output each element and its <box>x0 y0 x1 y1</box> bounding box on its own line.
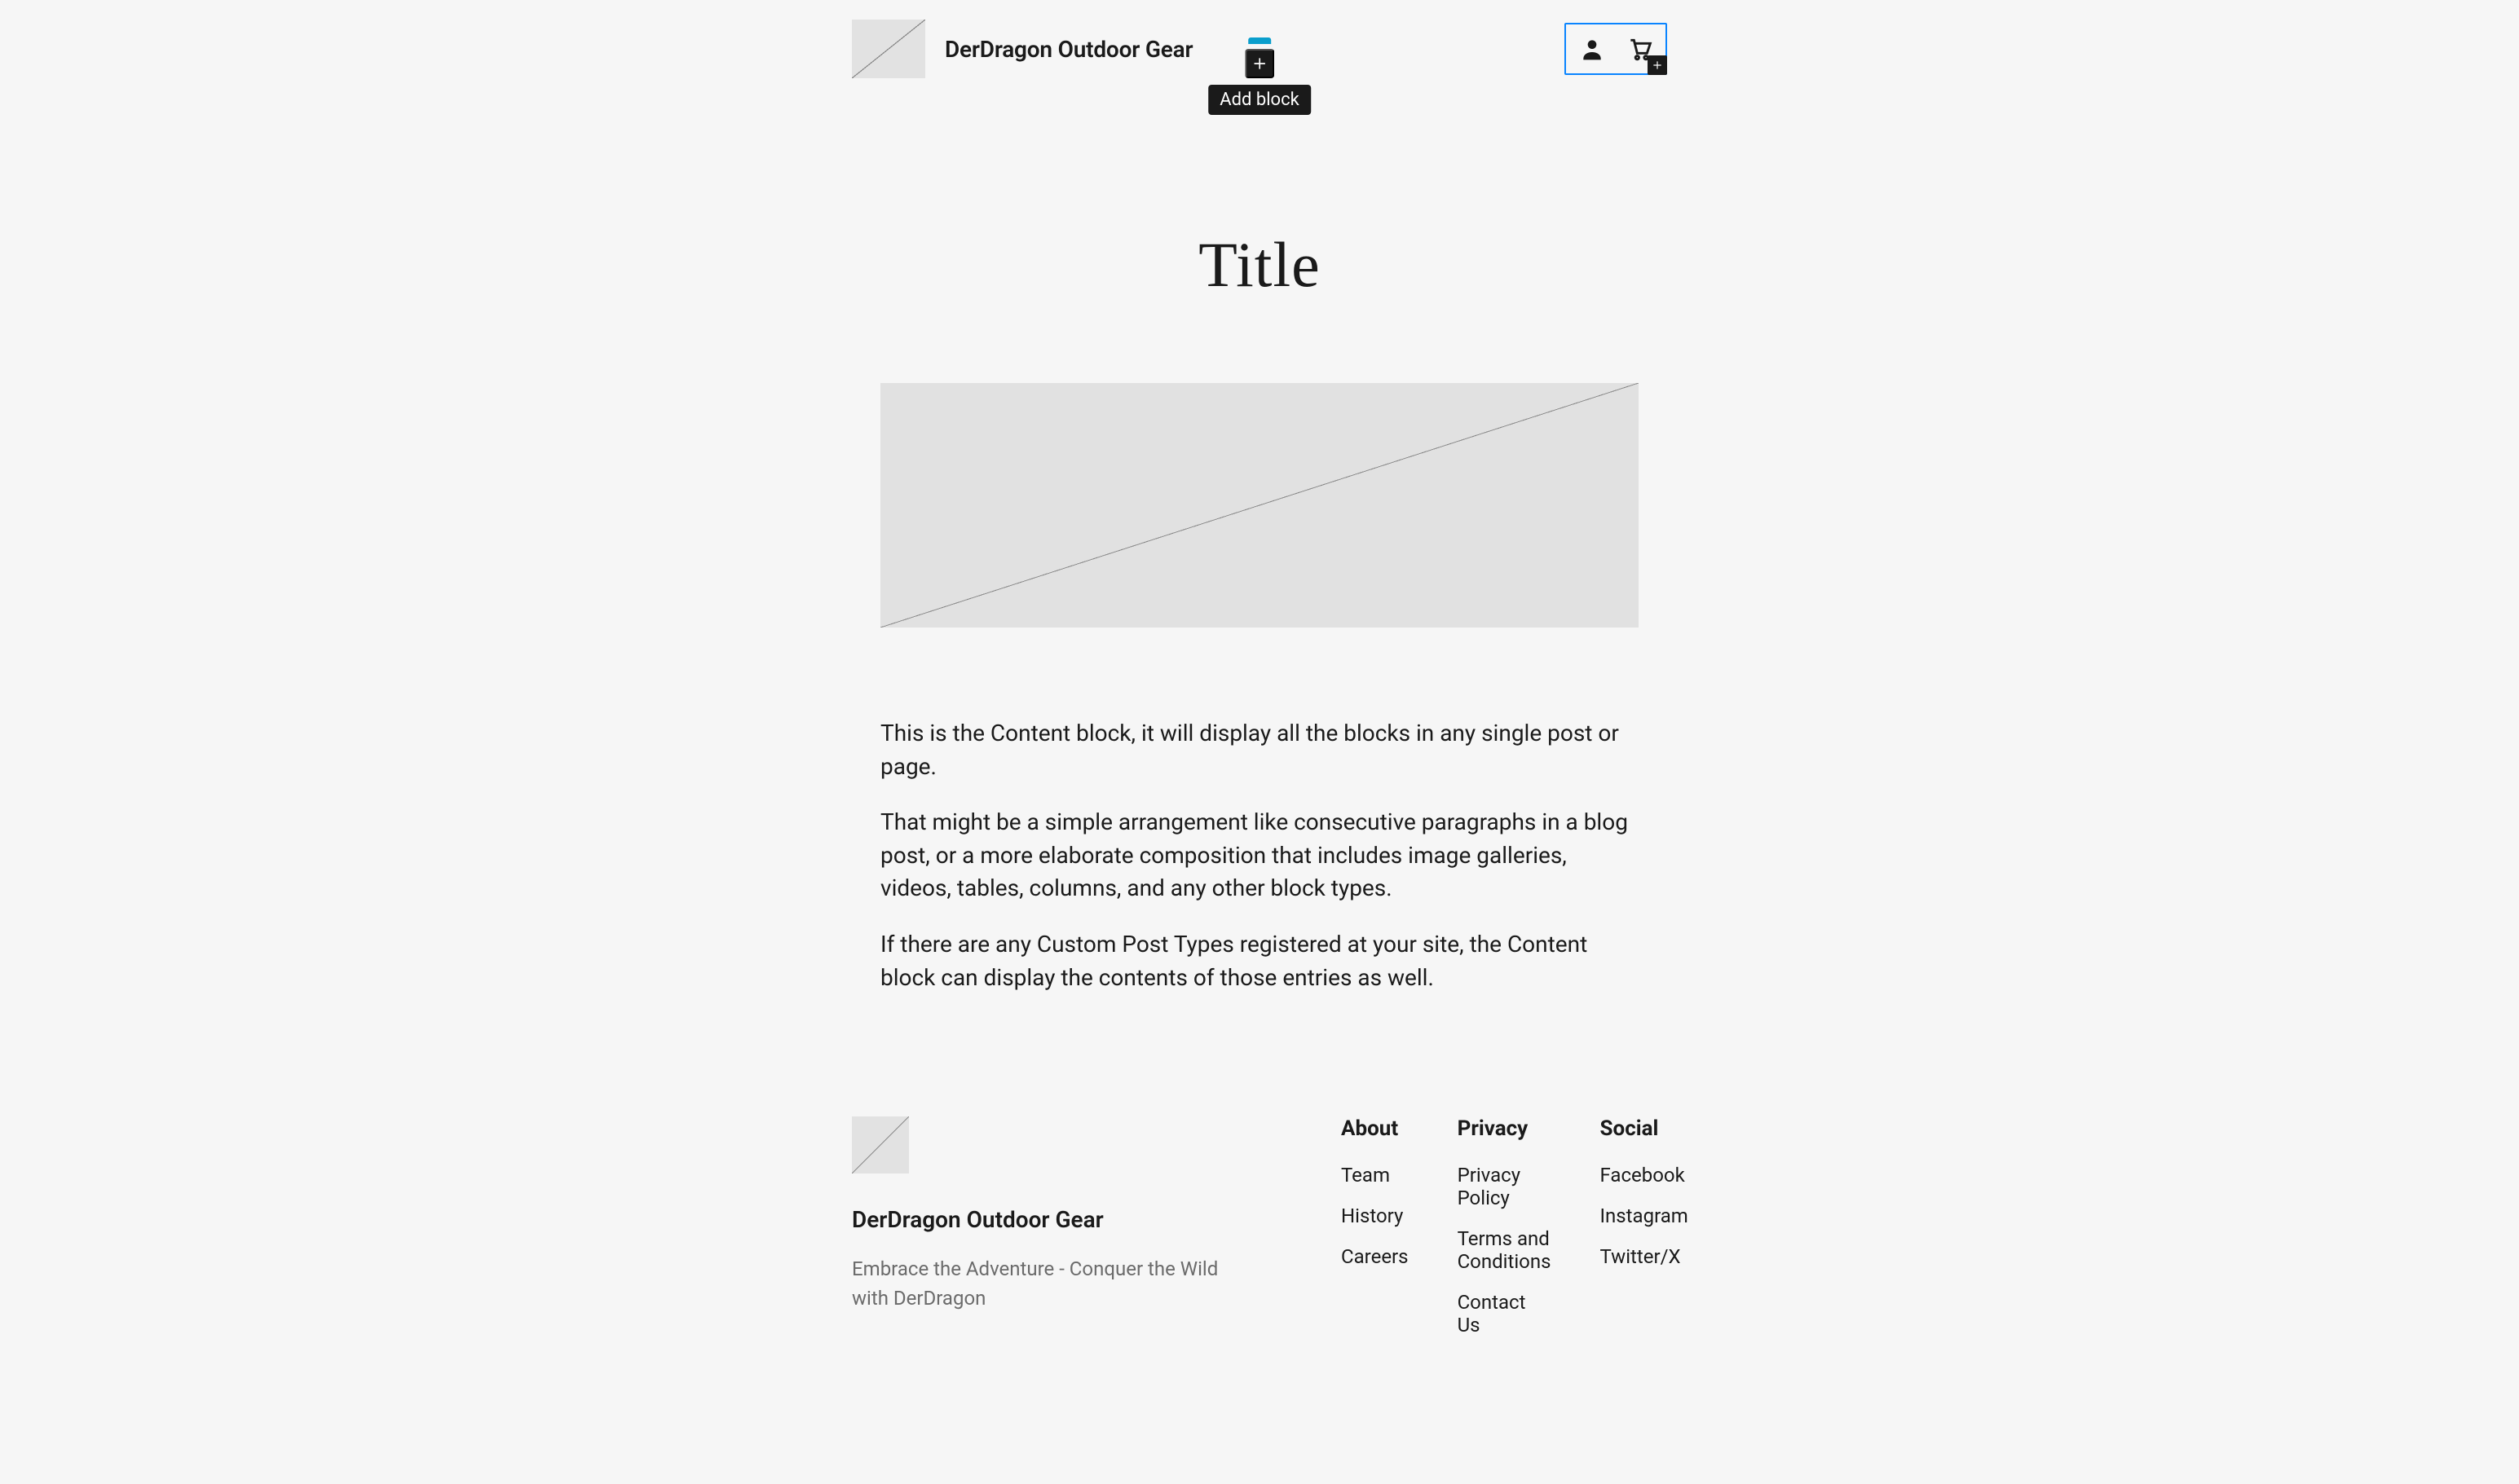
site-footer: DerDragon Outdoor Gear Embrace the Adven… <box>477 1116 2042 1354</box>
footer-col-social: Social Facebook Instagram Twitter/X <box>1600 1116 1688 1354</box>
footer-logo-placeholder[interactable] <box>852 1116 909 1174</box>
brand: DerDragon Outdoor Gear <box>852 20 1193 78</box>
add-block-tooltip: Add block <box>1208 85 1311 115</box>
append-block-button[interactable] <box>1648 55 1667 75</box>
footer-link[interactable]: Instagram <box>1600 1204 1688 1227</box>
content-paragraph[interactable]: If there are any Custom Post Types regis… <box>880 928 1639 994</box>
footer-heading: Privacy <box>1458 1116 1551 1141</box>
plus-icon <box>1652 59 1663 71</box>
featured-image-placeholder[interactable] <box>880 383 1639 628</box>
content-paragraph[interactable]: This is the Content block, it will displ… <box>880 717 1639 783</box>
site-header: DerDragon Outdoor Gear Add block <box>477 0 2042 98</box>
footer-link[interactable]: Twitter/X <box>1600 1245 1688 1268</box>
user-icon <box>1579 36 1605 62</box>
footer-tagline: Embrace the Adventure - Conquer the Wild… <box>852 1254 1243 1313</box>
account-button[interactable] <box>1573 29 1612 68</box>
footer-col-about: About Team History Careers <box>1341 1116 1409 1354</box>
footer-col-privacy: Privacy Privacy Policy Terms and Conditi… <box>1458 1116 1551 1354</box>
footer-link[interactable]: Terms and Conditions <box>1458 1227 1551 1273</box>
page-title[interactable]: Title <box>880 228 1639 302</box>
footer-heading: Social <box>1600 1116 1688 1141</box>
add-block-popover: Add block <box>1208 37 1311 115</box>
footer-link[interactable]: Facebook <box>1600 1164 1688 1187</box>
footer-columns: About Team History Careers Privacy Priva… <box>1341 1116 1688 1354</box>
footer-link[interactable]: Contact Us <box>1458 1291 1551 1336</box>
header-actions-group[interactable] <box>1564 23 1667 75</box>
site-title[interactable]: DerDragon Outdoor Gear <box>945 36 1193 63</box>
add-block-button[interactable] <box>1245 49 1274 78</box>
footer-link[interactable]: Team <box>1341 1164 1409 1187</box>
content-paragraph[interactable]: That might be a simple arrangement like … <box>880 806 1639 905</box>
footer-link[interactable]: History <box>1341 1204 1409 1227</box>
page-main: Title This is the Content block, it will… <box>880 228 1639 994</box>
insertion-caret[interactable] <box>1248 37 1271 44</box>
plus-icon <box>1251 55 1268 72</box>
site-logo-placeholder[interactable] <box>852 20 925 78</box>
footer-link[interactable]: Careers <box>1341 1245 1409 1268</box>
footer-link[interactable]: Privacy Policy <box>1458 1164 1551 1209</box>
footer-heading: About <box>1341 1116 1409 1141</box>
content-block[interactable]: This is the Content block, it will displ… <box>880 717 1639 994</box>
footer-site-title[interactable]: DerDragon Outdoor Gear <box>852 1206 1276 1233</box>
